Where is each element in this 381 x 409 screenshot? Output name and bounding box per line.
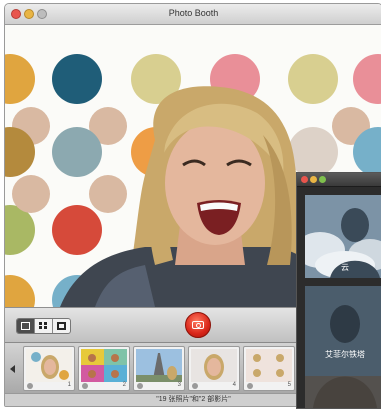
thumbnail-number: 1 bbox=[67, 382, 71, 388]
single-view-button[interactable] bbox=[17, 319, 35, 333]
effect-label: 云 bbox=[341, 263, 349, 272]
thumbnail[interactable]: 4 bbox=[188, 346, 240, 391]
view-mode-selector bbox=[16, 318, 71, 334]
delete-icon[interactable] bbox=[192, 383, 198, 389]
effects-panel: 云 艾菲尔铁塔 bbox=[296, 172, 381, 409]
effect-item-eiffel-tower[interactable]: 艾菲尔铁塔 bbox=[305, 286, 381, 408]
single-view-icon bbox=[21, 322, 30, 330]
minimize-button[interactable] bbox=[310, 176, 317, 183]
thumbnail-image bbox=[246, 349, 292, 382]
delete-icon[interactable] bbox=[247, 383, 253, 389]
thumbnail-number: 3 bbox=[177, 382, 181, 388]
thumbnail-image bbox=[26, 349, 72, 382]
thumbnail[interactable]: 1 bbox=[23, 346, 75, 391]
filmstrip-view-button[interactable] bbox=[53, 319, 70, 333]
scroll-left-icon[interactable] bbox=[10, 365, 15, 373]
thumbnail[interactable]: 3 bbox=[133, 346, 185, 391]
delete-icon[interactable] bbox=[27, 383, 33, 389]
close-button[interactable] bbox=[301, 176, 308, 183]
thumbnail-number: 4 bbox=[232, 382, 236, 388]
window-title: Photo Booth bbox=[168, 8, 219, 18]
effect-item-clouds[interactable]: 云 bbox=[305, 195, 381, 278]
take-photo-button[interactable] bbox=[185, 312, 211, 338]
camera-icon bbox=[192, 321, 204, 329]
effect-label: 艾菲尔铁塔 bbox=[325, 350, 365, 359]
title-bar: Photo Booth bbox=[5, 4, 381, 25]
thumbnail-image bbox=[81, 349, 127, 382]
four-up-view-button[interactable] bbox=[35, 319, 53, 333]
delete-icon[interactable] bbox=[82, 383, 88, 389]
four-up-icon bbox=[39, 322, 48, 330]
thumbnail-number: 2 bbox=[122, 382, 126, 388]
zoom-button[interactable] bbox=[319, 176, 326, 183]
filmstrip-icon bbox=[57, 322, 66, 330]
thumbnail[interactable]: 2 bbox=[78, 346, 130, 391]
thumbnail-image bbox=[136, 349, 182, 382]
effects-title-bar bbox=[297, 173, 381, 187]
effect-preview-image bbox=[305, 286, 381, 408]
delete-icon[interactable] bbox=[137, 383, 143, 389]
thumbnail[interactable]: 5 bbox=[243, 346, 295, 391]
thumbnail-image bbox=[191, 349, 237, 382]
thumbnail-number: 5 bbox=[287, 382, 291, 388]
